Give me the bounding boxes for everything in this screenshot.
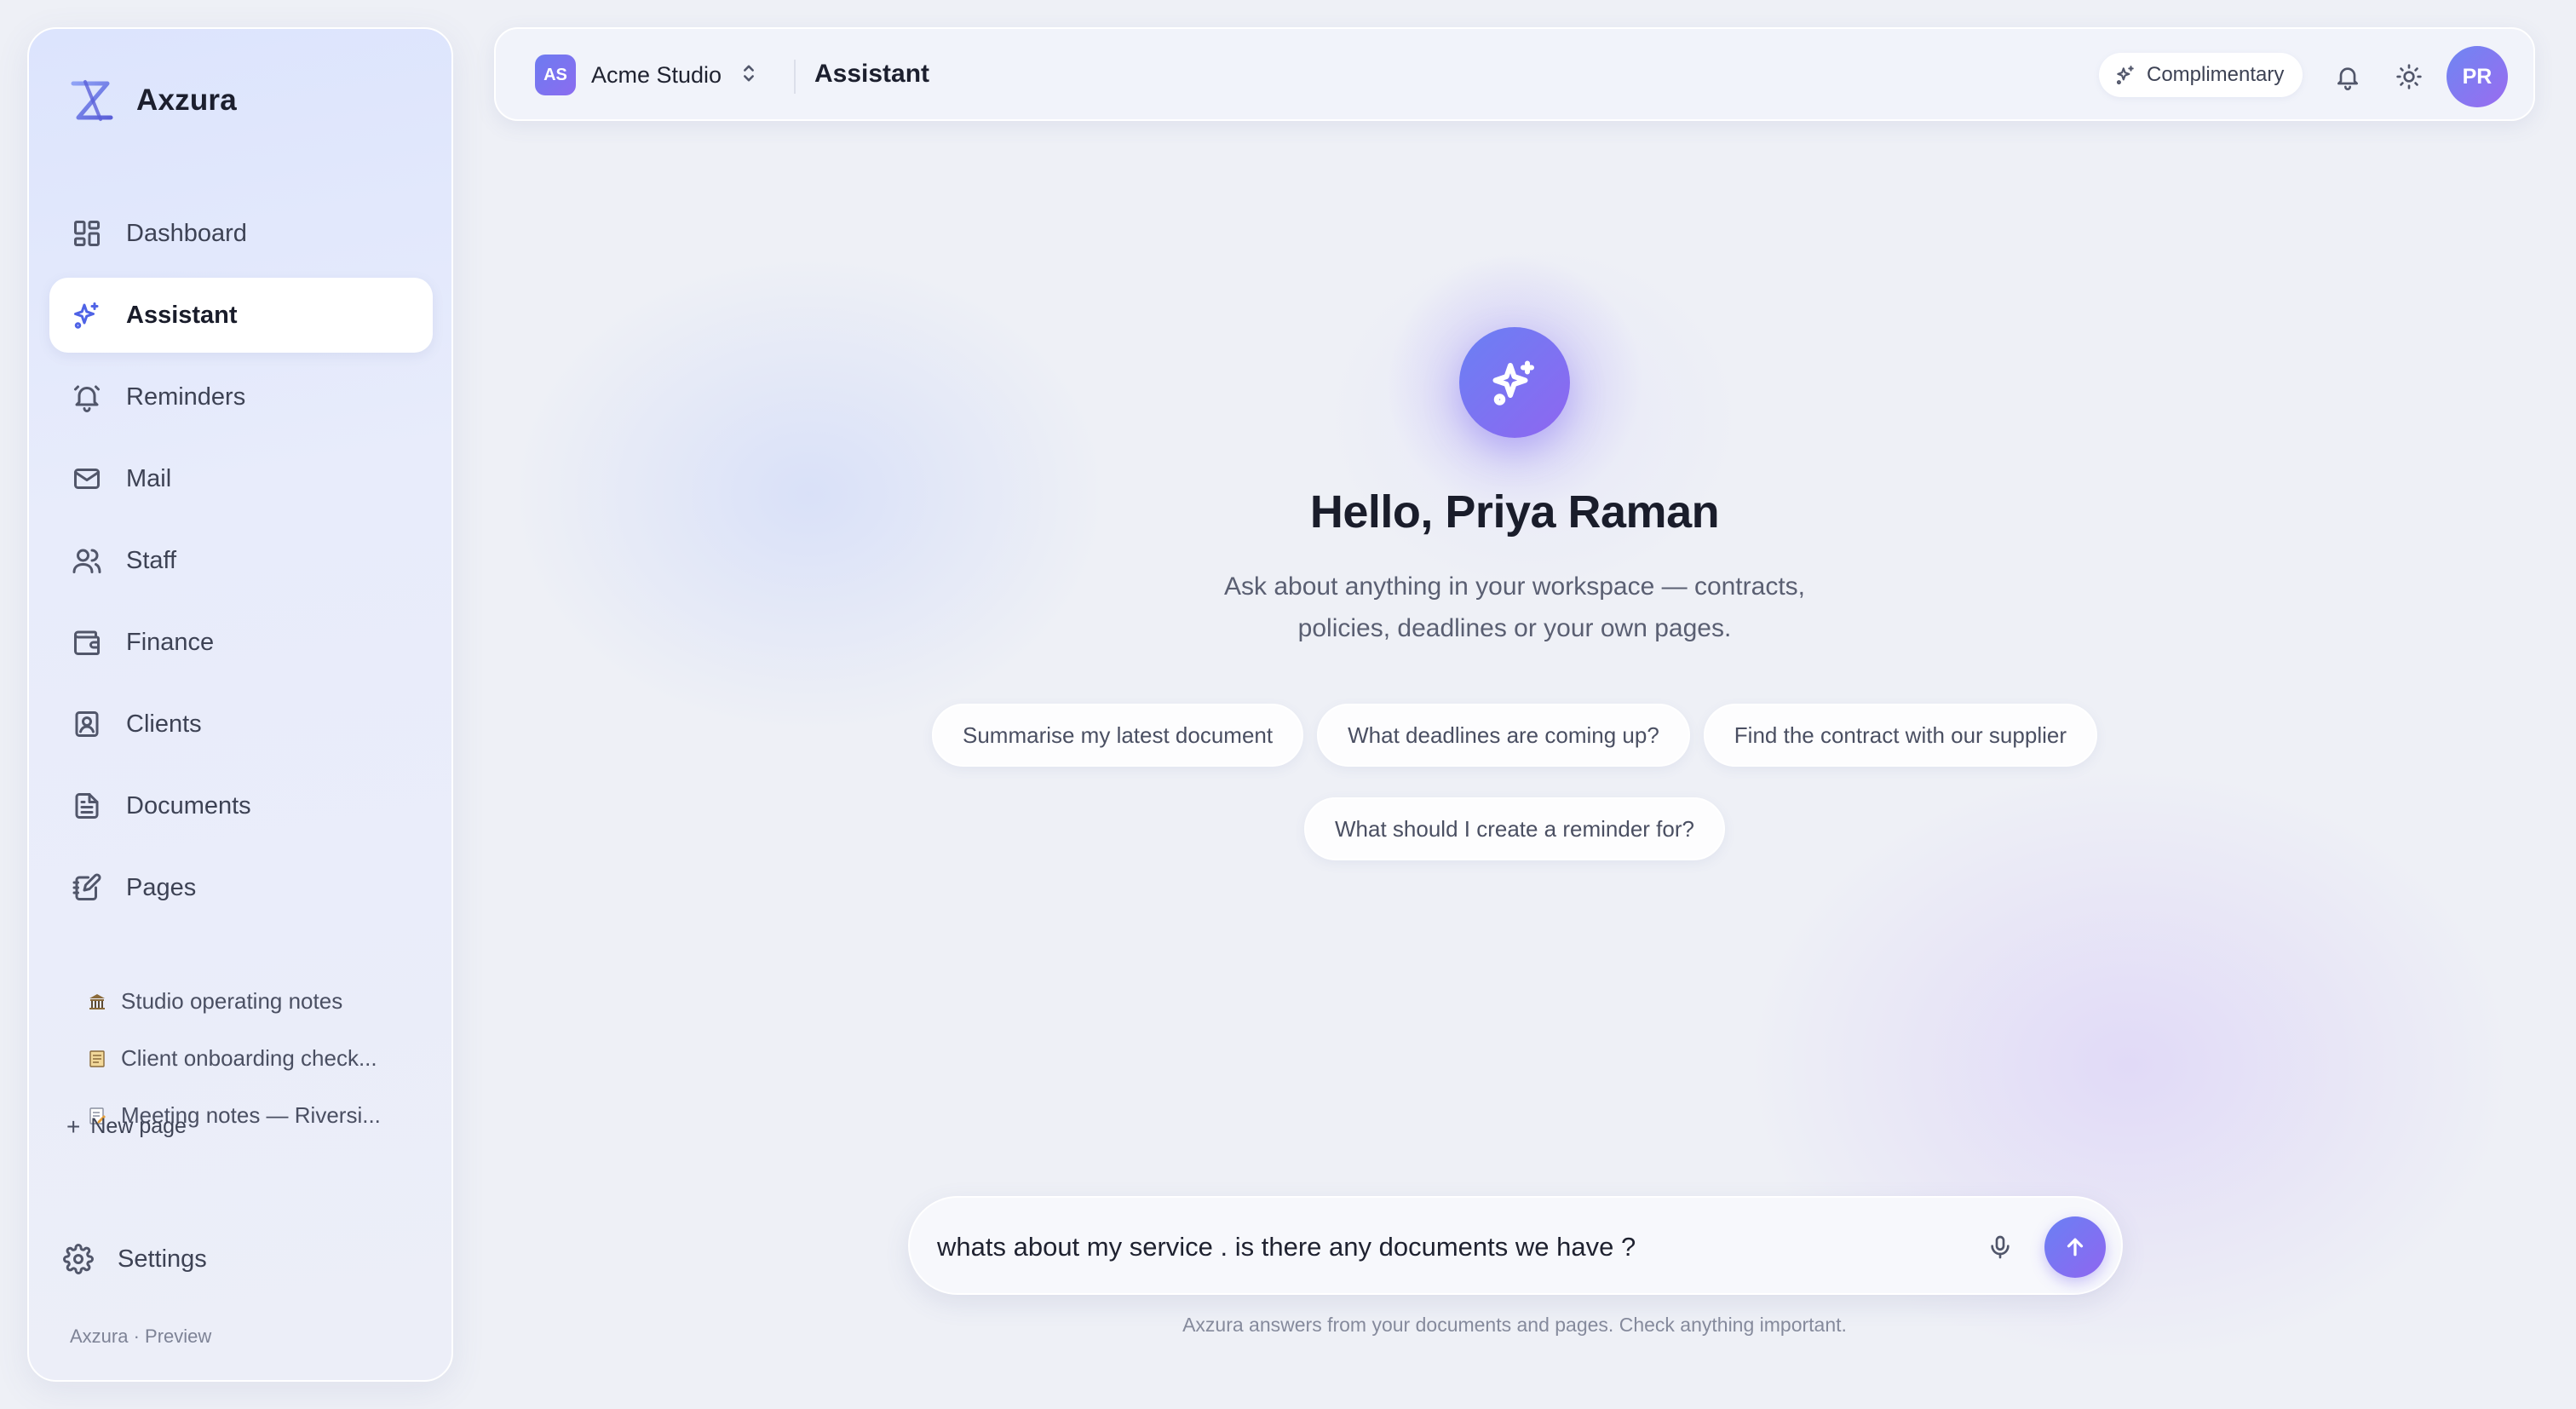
- sidebar-item-pages[interactable]: Pages: [49, 850, 433, 925]
- plan-badge[interactable]: Complimentary: [2099, 53, 2303, 97]
- plan-label: Complimentary: [2147, 63, 2285, 86]
- page-link-client-onboarding[interactable]: Client onboarding check...: [85, 1030, 443, 1087]
- bell-icon: [2337, 67, 2358, 90]
- ledger-icon: [85, 1047, 109, 1071]
- sidebar-item-label: Assistant: [126, 301, 238, 329]
- send-button[interactable]: [2044, 1216, 2106, 1278]
- workspace-name: Acme Studio: [591, 61, 722, 88]
- sidebar-item-label: Documents: [126, 791, 251, 820]
- sparkles-icon: [70, 298, 104, 332]
- greeting-subtitle-line: policies, deadlines or your own pages.: [1297, 614, 1732, 642]
- gear-icon: [61, 1242, 95, 1276]
- sidebar-item-clients[interactable]: Clients: [49, 687, 433, 762]
- new-page-label: New page: [90, 1114, 187, 1138]
- workspace-badge: AS: [535, 55, 576, 95]
- chat-composer: [908, 1196, 2123, 1295]
- sidebar-item-label: Finance: [126, 628, 215, 656]
- sidebar-nav: Dashboard Assistant Reminders Mail Staff: [49, 196, 433, 932]
- users-icon: [70, 543, 104, 578]
- sparkles-icon: [1492, 360, 1534, 405]
- suggestion-chip[interactable]: What deadlines are coming up?: [1317, 704, 1690, 767]
- sidebar-item-label: Dashboard: [126, 219, 247, 247]
- sidebar-item-settings[interactable]: Settings: [41, 1222, 424, 1297]
- disclaimer-text: Axzura answers from your documents and p…: [1182, 1314, 1847, 1336]
- sidebar-item-finance[interactable]: Finance: [49, 605, 433, 680]
- sidebar-item-label: Clients: [126, 710, 202, 738]
- voice-input-button[interactable]: [1981, 1228, 2019, 1266]
- sidebar-item-label: Reminders: [126, 382, 246, 411]
- greeting-title: Hello, Priya Raman: [1309, 486, 1720, 538]
- sidebar: Axzura Dashboard Assistant Reminders Mai…: [27, 27, 453, 1382]
- mail-icon: [70, 462, 104, 496]
- bell-icon: [70, 380, 104, 414]
- greeting-subtitle-line: Ask about anything in your workspace — c…: [1223, 572, 1805, 601]
- chevron-up-down-icon: [737, 61, 761, 89]
- greeting-subtitle: Ask about anything in your workspace — c…: [1046, 566, 1983, 649]
- brand-name: Axzura: [136, 83, 237, 117]
- suggestion-chip[interactable]: Summarise my latest document: [931, 704, 1304, 767]
- sidebar-item-assistant[interactable]: Assistant: [49, 278, 433, 353]
- page-link-label: Studio operating notes: [121, 988, 343, 1014]
- divider: [794, 60, 796, 94]
- microphone-icon: [1991, 1235, 2010, 1259]
- page-link-label: Client onboarding check...: [121, 1045, 377, 1071]
- contact-icon: [70, 707, 104, 741]
- notebook-icon: [70, 871, 104, 905]
- document-icon: [70, 789, 104, 823]
- sun-icon: [2396, 64, 2422, 89]
- sidebar-item-label: Settings: [118, 1245, 207, 1273]
- sidebar-item-label: Mail: [126, 464, 172, 492]
- sidebar-item-dashboard[interactable]: Dashboard: [49, 196, 433, 271]
- sparkles-icon: [2116, 66, 2134, 85]
- theme-toggle-button[interactable]: [2390, 58, 2428, 95]
- sidebar-item-documents[interactable]: Documents: [49, 768, 433, 843]
- assistant-orb: [1459, 327, 1570, 438]
- sidebar-item-label: Staff: [126, 546, 177, 574]
- arrow-up-icon: [2067, 1238, 2084, 1257]
- sidebar-item-staff[interactable]: Staff: [49, 523, 433, 598]
- sidebar-footer: Axzura · Preview: [70, 1326, 212, 1347]
- classical-building-icon: [85, 990, 109, 1014]
- wallet-icon: [70, 625, 104, 659]
- suggestion-chip[interactable]: What should I create a reminder for?: [1304, 797, 1725, 860]
- topbar: AS Acme Studio Assistant Complimentary P…: [494, 27, 2535, 121]
- sidebar-item-reminders[interactable]: Reminders: [49, 359, 433, 434]
- dashboard-icon: [70, 216, 104, 250]
- brand[interactable]: Axzura: [66, 75, 237, 126]
- axzura-logo-icon: [71, 80, 113, 121]
- workspace-switcher[interactable]: AS Acme Studio: [535, 55, 761, 95]
- suggestion-chip[interactable]: Find the contract with our supplier: [1703, 704, 2097, 767]
- sidebar-item-mail[interactable]: Mail: [49, 441, 433, 516]
- notifications-button[interactable]: [2329, 58, 2366, 95]
- page-link-studio-operating-notes[interactable]: Studio operating notes: [85, 973, 443, 1030]
- new-page-button[interactable]: + New page: [66, 1114, 187, 1139]
- suggestion-chips: Summarise my latest document What deadli…: [918, 704, 2111, 860]
- page-title: Assistant: [814, 60, 930, 88]
- chat-input[interactable]: [937, 1222, 1959, 1273]
- avatar[interactable]: PR: [2447, 46, 2508, 107]
- sidebar-item-label: Pages: [126, 873, 197, 901]
- plus-icon: +: [66, 1113, 81, 1140]
